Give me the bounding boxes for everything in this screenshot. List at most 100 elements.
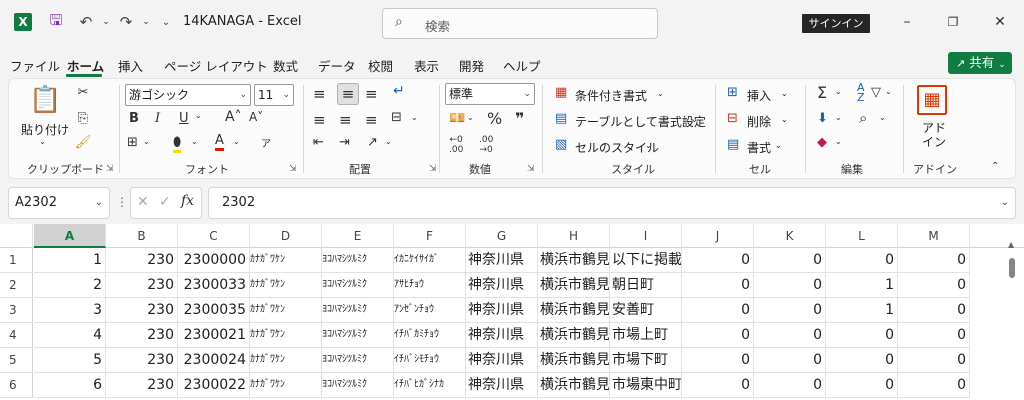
- orientation-icon[interactable]: ↗: [367, 135, 378, 150]
- cell-d4[interactable]: ｶﾅｶﾞﾜｹﾝ: [250, 323, 322, 348]
- cell-c4[interactable]: 2300021: [178, 323, 250, 348]
- worksheet-grid[interactable]: ABCDEFGHIJKLM 1 1 230 2300000 ｶﾅｶﾞﾜｹﾝ ﾖｺﾊﾏｼﾂﾙ…: [0, 224, 1024, 400]
- cell-j4[interactable]: 0: [682, 323, 754, 348]
- insert-cells-button[interactable]: 挿入: [747, 87, 771, 104]
- tab-file[interactable]: ファイル: [10, 56, 60, 75]
- cell-f3[interactable]: ｱﾝｾﾞﾝﾁｮｳ: [394, 298, 466, 323]
- cell-k6[interactable]: 0: [754, 373, 826, 398]
- cell-d2[interactable]: ｶﾅｶﾞﾜｹﾝ: [250, 273, 322, 298]
- merge-center-icon[interactable]: ⊟: [391, 110, 402, 125]
- currency-dropdown-icon[interactable]: ⌄: [467, 113, 474, 122]
- font-launcher-icon[interactable]: ⇲: [289, 164, 297, 174]
- search-input[interactable]: ⌕ 検索: [382, 8, 658, 39]
- cell-i3[interactable]: 安善町: [610, 298, 682, 323]
- cell-b6[interactable]: 230: [106, 373, 178, 398]
- cell-i4[interactable]: 市場上町: [610, 323, 682, 348]
- share-button[interactable]: ↗ 共有 ⌄: [948, 52, 1012, 74]
- cell-h6[interactable]: 横浜市鶴見区: [538, 373, 610, 398]
- bold-icon[interactable]: B: [129, 111, 139, 126]
- fill-color-dropdown-icon[interactable]: ⌄: [191, 137, 198, 146]
- borders-icon[interactable]: ⊞: [127, 135, 138, 150]
- cell-e2[interactable]: ﾖｺﾊﾏｼﾂﾙﾐｸ: [322, 273, 394, 298]
- cell-g2[interactable]: 神奈川県: [466, 273, 538, 298]
- increase-decimal-icon[interactable]: ←0.00: [449, 135, 463, 155]
- select-all-corner[interactable]: [0, 224, 33, 248]
- addins-icon[interactable]: ▦: [917, 85, 947, 115]
- wrap-text-icon[interactable]: ↵: [393, 83, 405, 99]
- cell-k4[interactable]: 0: [754, 323, 826, 348]
- column-header-d[interactable]: D: [250, 224, 322, 248]
- cell-m6[interactable]: 0: [898, 373, 970, 398]
- tab-insert[interactable]: 挿入: [118, 56, 143, 75]
- cell-g1[interactable]: 神奈川県: [466, 248, 538, 273]
- clear-dropdown-icon[interactable]: ⌄: [835, 137, 842, 146]
- paste-icon[interactable]: 📋: [29, 85, 61, 117]
- tab-review[interactable]: 校閲: [368, 56, 393, 75]
- cell-e4[interactable]: ﾖｺﾊﾏｼﾂﾙﾐｸ: [322, 323, 394, 348]
- chevron-down-icon[interactable]: ⌄: [645, 141, 652, 150]
- alignment-launcher-icon[interactable]: ⇲: [429, 164, 437, 174]
- autosum-dropdown-icon[interactable]: ⌄: [835, 87, 842, 96]
- conditional-formatting-icon[interactable]: ▦: [555, 85, 567, 100]
- insert-function-icon[interactable]: fx: [181, 193, 194, 209]
- phonetic-icon[interactable]: ア: [261, 135, 271, 150]
- cell-j5[interactable]: 0: [682, 348, 754, 373]
- cell-d1[interactable]: ｶﾅｶﾞﾜｹﾝ: [250, 248, 322, 273]
- column-header-i[interactable]: I: [610, 224, 682, 248]
- cell-b4[interactable]: 230: [106, 323, 178, 348]
- name-box[interactable]: A2302 ⌄: [8, 187, 110, 219]
- chevron-down-icon[interactable]: ⌄: [691, 115, 698, 124]
- font-size-select[interactable]: 11 ⌄: [254, 84, 294, 106]
- undo-icon[interactable]: ↶: [76, 12, 96, 32]
- tab-data[interactable]: データ: [318, 56, 356, 75]
- row-header[interactable]: 5: [0, 348, 33, 373]
- cell-f2[interactable]: ｱｻﾋﾁｮｳ: [394, 273, 466, 298]
- cell-c1[interactable]: 2300000: [178, 248, 250, 273]
- cell-k5[interactable]: 0: [754, 348, 826, 373]
- cell-k3[interactable]: 0: [754, 298, 826, 323]
- cell-f6[interactable]: ｲﾁﾊﾞﾋｶﾞｼﾅｶ: [394, 373, 466, 398]
- font-name-select[interactable]: 游ゴシック ⌄: [125, 84, 251, 106]
- decrease-font-icon[interactable]: A˅: [249, 110, 263, 124]
- cell-m3[interactable]: 0: [898, 298, 970, 323]
- cell-g3[interactable]: 神奈川県: [466, 298, 538, 323]
- signin-button[interactable]: サインイン: [802, 14, 870, 33]
- tab-help[interactable]: ヘルプ: [503, 56, 541, 75]
- cancel-icon[interactable]: ✕: [137, 194, 149, 210]
- fill-dropdown-icon[interactable]: ⌄: [835, 113, 842, 122]
- cell-c2[interactable]: 2300033: [178, 273, 250, 298]
- row-header[interactable]: 1: [0, 248, 33, 273]
- enter-icon[interactable]: ✓: [159, 194, 171, 210]
- format-cells-icon[interactable]: ▤: [727, 137, 739, 152]
- cell-d3[interactable]: ｶﾅｶﾞﾜｹﾝ: [250, 298, 322, 323]
- copy-icon[interactable]: ⎘: [73, 111, 93, 126]
- column-header-c[interactable]: C: [178, 224, 250, 248]
- restore-icon[interactable]: ❐: [943, 12, 963, 32]
- undo-dropdown-icon[interactable]: ⌄: [96, 12, 116, 32]
- filter-icon[interactable]: ▽: [871, 85, 881, 100]
- format-cells-button[interactable]: 書式: [747, 139, 771, 156]
- cell-e1[interactable]: ﾖｺﾊﾏｼﾂﾙﾐｸ: [322, 248, 394, 273]
- align-top-icon[interactable]: ≡: [313, 85, 326, 103]
- column-header-a[interactable]: A: [34, 224, 106, 248]
- close-icon[interactable]: ✕: [990, 12, 1010, 32]
- redo-dropdown-icon[interactable]: ⌄: [136, 12, 156, 32]
- column-header-l[interactable]: L: [826, 224, 898, 248]
- paste-button-label[interactable]: 貼り付け: [21, 121, 69, 138]
- expand-formula-icon[interactable]: ⌄: [1001, 188, 1009, 218]
- cell-l4[interactable]: 0: [826, 323, 898, 348]
- italic-icon[interactable]: I: [155, 111, 160, 126]
- percent-icon[interactable]: %: [487, 109, 502, 128]
- addins-button[interactable]: アド イン: [922, 121, 946, 149]
- cell-d5[interactable]: ｶﾅｶﾞﾜｹﾝ: [250, 348, 322, 373]
- number-launcher-icon[interactable]: ⇲: [527, 164, 535, 174]
- scroll-thumb[interactable]: [1009, 258, 1015, 278]
- currency-icon[interactable]: 💴: [449, 111, 465, 126]
- column-header-f[interactable]: F: [394, 224, 466, 248]
- cell-k2[interactable]: 0: [754, 273, 826, 298]
- redo-icon[interactable]: ↷: [116, 12, 136, 32]
- cell-f1[interactable]: ｲｶﾆｹｲｻｲｶﾞ: [394, 248, 466, 273]
- tab-page-layout[interactable]: ページ レイアウト: [164, 56, 268, 75]
- cell-l2[interactable]: 1: [826, 273, 898, 298]
- tab-view[interactable]: 表示: [414, 56, 439, 75]
